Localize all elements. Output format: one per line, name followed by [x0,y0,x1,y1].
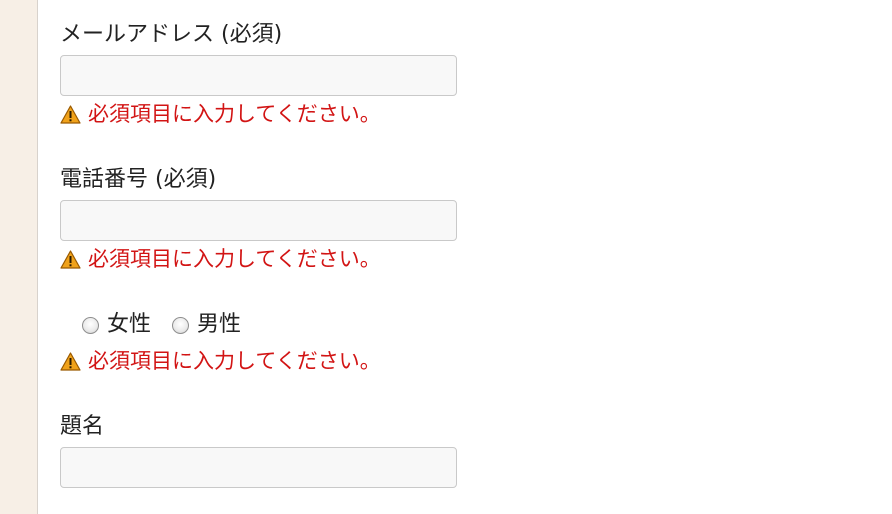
email-error-message: 必須項目に入力してください。 [88,102,381,126]
phone-error-message: 必須項目に入力してください。 [88,247,381,271]
sidebar-strip [0,0,38,514]
gender-option-female[interactable]: 女性 [82,311,151,339]
gender-error: 必須項目に入力してください。 [60,348,381,374]
gender-error-message: 必須項目に入力してください。 [88,349,381,373]
contact-form: メールアドレス (必須) 必須項目に入力してください。 電話番号 (必須) 必須… [60,0,880,514]
phone-field[interactable] [60,200,457,241]
gender-radio-group: 女性 男性 [82,311,262,339]
warning-icon [60,249,81,269]
gender-option-label: 女性 [107,312,152,337]
email-error: 必須項目に入力してください。 [60,101,381,127]
gender-option-male[interactable]: 男性 [172,311,241,339]
email-field[interactable] [60,55,457,96]
radio-button-female[interactable] [82,316,99,334]
radio-button-male[interactable] [172,316,190,334]
email-label: メールアドレス (必須) [60,22,283,47]
subject-field[interactable] [60,447,457,488]
warning-icon [60,104,81,124]
phone-label: 電話番号 (必須) [60,167,217,192]
warning-icon [60,351,81,371]
subject-label: 題名 [60,414,105,439]
gender-option-label: 男性 [197,312,242,337]
phone-error: 必須項目に入力してください。 [60,246,381,272]
